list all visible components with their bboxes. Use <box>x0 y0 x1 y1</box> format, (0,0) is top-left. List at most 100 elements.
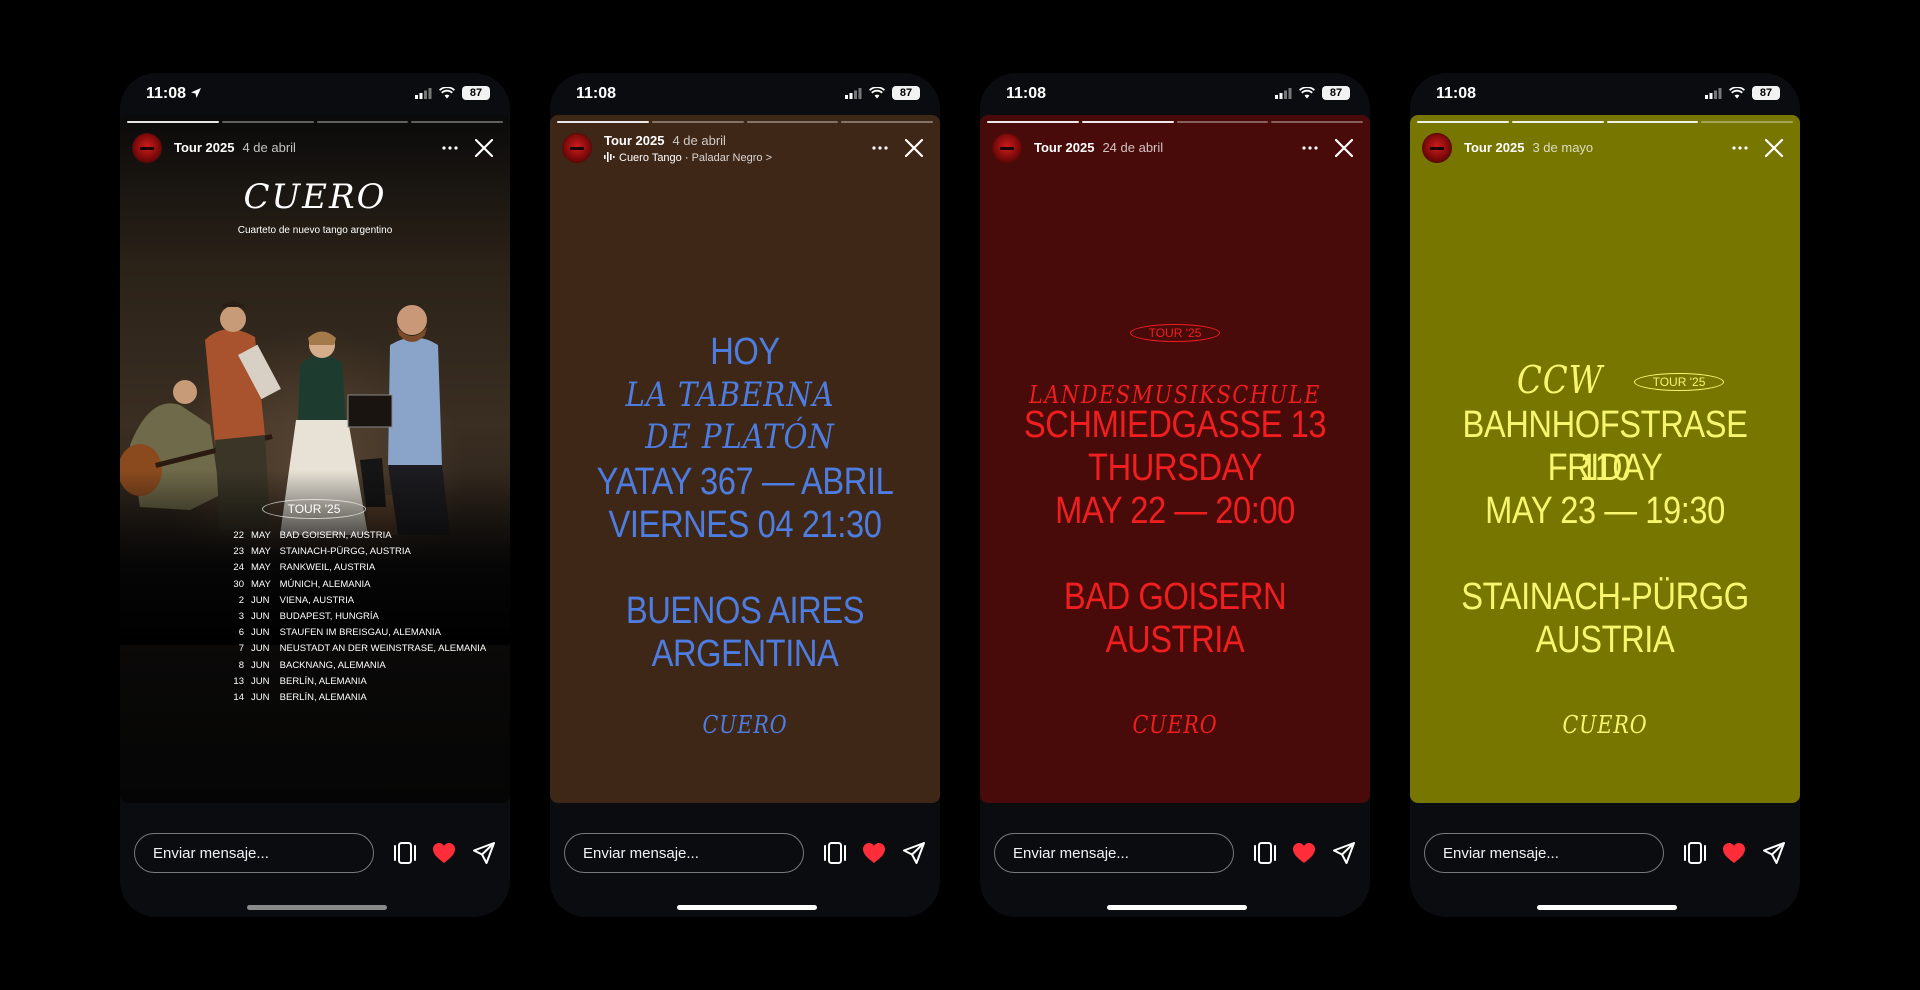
heart-icon[interactable] <box>862 842 886 864</box>
heart-icon[interactable] <box>432 842 456 864</box>
tour-date-row: 13 JUN BERLÍN, ALEMANIA <box>228 674 486 690</box>
story-phone-1: 11:08 87 CUERO Cuarteto de nuevo tango a… <box>120 73 510 917</box>
status-time: 11:08 <box>1436 85 1477 102</box>
send-icon[interactable] <box>1333 842 1355 864</box>
tour-date-place: BERLÍN, ALEMANIA <box>279 692 367 704</box>
username[interactable]: Tour 2025 4 de abril <box>604 133 726 148</box>
story-phone-3: 11:08 87 Tour 2025 24 de abril TOUR '25 L… <box>980 73 1370 917</box>
more-options-icon[interactable] <box>872 146 888 150</box>
username[interactable]: Tour 2025 24 de abril <box>1034 140 1163 155</box>
tour-date-day: 23 <box>233 546 244 558</box>
reshare-icon[interactable] <box>1252 841 1278 865</box>
story-content[interactable]: Tour 2025 4 de abril Cuero Tango · Palada… <box>550 115 940 803</box>
event-day: THURSDAY <box>1088 447 1262 489</box>
status-icons: 87 <box>845 86 920 100</box>
close-icon[interactable] <box>474 138 494 158</box>
tour-date-day: 7 <box>238 643 244 655</box>
tour-date-day: 6 <box>238 627 244 639</box>
signal-icon <box>1705 87 1722 99</box>
tour-date-row: 22 MAY BAD GOISERN, AUSTRIA <box>228 528 486 544</box>
home-indicator[interactable] <box>1537 905 1677 910</box>
message-input[interactable] <box>1424 833 1664 873</box>
music-attribution[interactable]: Cuero Tango · Paladar Negro > <box>604 152 772 164</box>
message-input[interactable] <box>564 833 804 873</box>
progress-segment <box>316 121 409 123</box>
avatar[interactable] <box>132 133 162 163</box>
venue-address: YATAY 367 — ABRIL <box>596 461 894 503</box>
wifi-icon <box>1729 87 1745 99</box>
tour-date-month: JUN <box>251 611 270 623</box>
avatar[interactable] <box>1422 133 1452 163</box>
tour-date-place: VIENA, AUSTRIA <box>279 594 355 606</box>
progress-segment <box>221 121 314 123</box>
progress-segment <box>651 121 744 123</box>
home-indicator[interactable] <box>247 905 387 910</box>
status-bar: 11:08 87 <box>120 73 510 115</box>
reshare-icon[interactable] <box>392 841 418 865</box>
tour-date-row: 2 JUN VIENA, AUSTRIA <box>228 593 486 609</box>
story-date: 24 de abril <box>1102 140 1164 155</box>
message-input[interactable] <box>134 833 374 873</box>
more-options-icon[interactable] <box>1732 146 1748 150</box>
band-signature: CUERO <box>702 711 788 739</box>
avatar[interactable] <box>562 133 592 163</box>
tour-poster: CUERO Cuarteto de nuevo tango argentino … <box>120 115 510 803</box>
home-indicator[interactable] <box>1107 905 1247 910</box>
tour-date-day: 22 <box>233 530 244 541</box>
status-icons: 87 <box>415 86 490 100</box>
tour-date-day: 30 <box>233 578 244 590</box>
battery-level: 87 <box>892 86 920 100</box>
event-date: VIERNES 04 21:30 <box>608 504 882 546</box>
tour-date-month: MAY <box>251 562 271 574</box>
message-input[interactable] <box>994 833 1234 873</box>
text-hoy: HOY <box>710 331 780 373</box>
wifi-icon <box>1299 87 1315 99</box>
tour-date-row: 3 JUN BUDAPEST, HUNGRÍA <box>228 609 486 625</box>
status-time: 11:08 <box>1006 85 1047 102</box>
tour-date-place: STAINACH-PÜRGG, AUSTRIA <box>279 546 411 558</box>
wifi-icon <box>869 87 885 99</box>
signal-icon <box>1275 87 1292 99</box>
avatar[interactable] <box>992 133 1022 163</box>
username[interactable]: Tour 2025 3 de mayo <box>1464 140 1593 155</box>
send-icon[interactable] <box>903 842 925 864</box>
more-options-icon[interactable] <box>442 146 458 150</box>
close-icon[interactable] <box>1764 138 1784 158</box>
event-country: AUSTRIA <box>1535 619 1675 661</box>
story-content[interactable]: Tour 2025 24 de abril TOUR '25 LANDESMUSI… <box>980 115 1370 803</box>
tour-date-month: JUN <box>251 692 270 704</box>
more-options-icon[interactable] <box>1302 146 1318 150</box>
home-indicator[interactable] <box>677 905 817 910</box>
progress-segment <box>557 121 649 123</box>
event-city: BAD GOISERN <box>1063 576 1287 618</box>
close-icon[interactable] <box>904 138 924 158</box>
status-icons: 87 <box>1705 86 1780 100</box>
event-day: FRIDAY <box>1547 447 1663 489</box>
username[interactable]: Tour 2025 4 de abril <box>174 140 296 155</box>
progress-segment <box>987 121 1079 123</box>
close-icon[interactable] <box>1334 138 1354 158</box>
tour-label: TOUR '25 <box>1634 373 1724 391</box>
heart-icon[interactable] <box>1722 842 1746 864</box>
story-content[interactable]: Tour 2025 3 de mayo CCW TOUR '25 BAHNHOFS… <box>1410 115 1800 803</box>
signal-icon <box>845 87 862 99</box>
send-icon[interactable] <box>473 842 495 864</box>
music-title: Cuero Tango <box>619 152 682 164</box>
story-content[interactable]: CUERO Cuarteto de nuevo tango argentino … <box>120 115 510 803</box>
heart-icon[interactable] <box>1292 842 1316 864</box>
reshare-icon[interactable] <box>822 841 848 865</box>
status-time: 11:08 <box>146 85 202 103</box>
story-header: Tour 2025 4 de abril Cuero Tango · Palada… <box>562 131 928 165</box>
battery-level: 87 <box>1752 86 1780 100</box>
tour-date-month: JUN <box>251 627 270 639</box>
progress-segment <box>1176 121 1269 123</box>
venue-name-line1: LA TABERNA <box>625 375 835 415</box>
battery-level: 87 <box>1322 86 1350 100</box>
status-time: 11:08 <box>576 85 617 102</box>
venue-name-line2: DE PLATÓN <box>645 417 835 457</box>
tour-date-row: 23 MAY STAINACH-PÜRGG, AUSTRIA <box>228 544 486 560</box>
reshare-icon[interactable] <box>1682 841 1708 865</box>
send-icon[interactable] <box>1763 842 1785 864</box>
status-bar: 11:08 87 <box>550 73 940 115</box>
audio-bars-icon <box>604 152 615 162</box>
